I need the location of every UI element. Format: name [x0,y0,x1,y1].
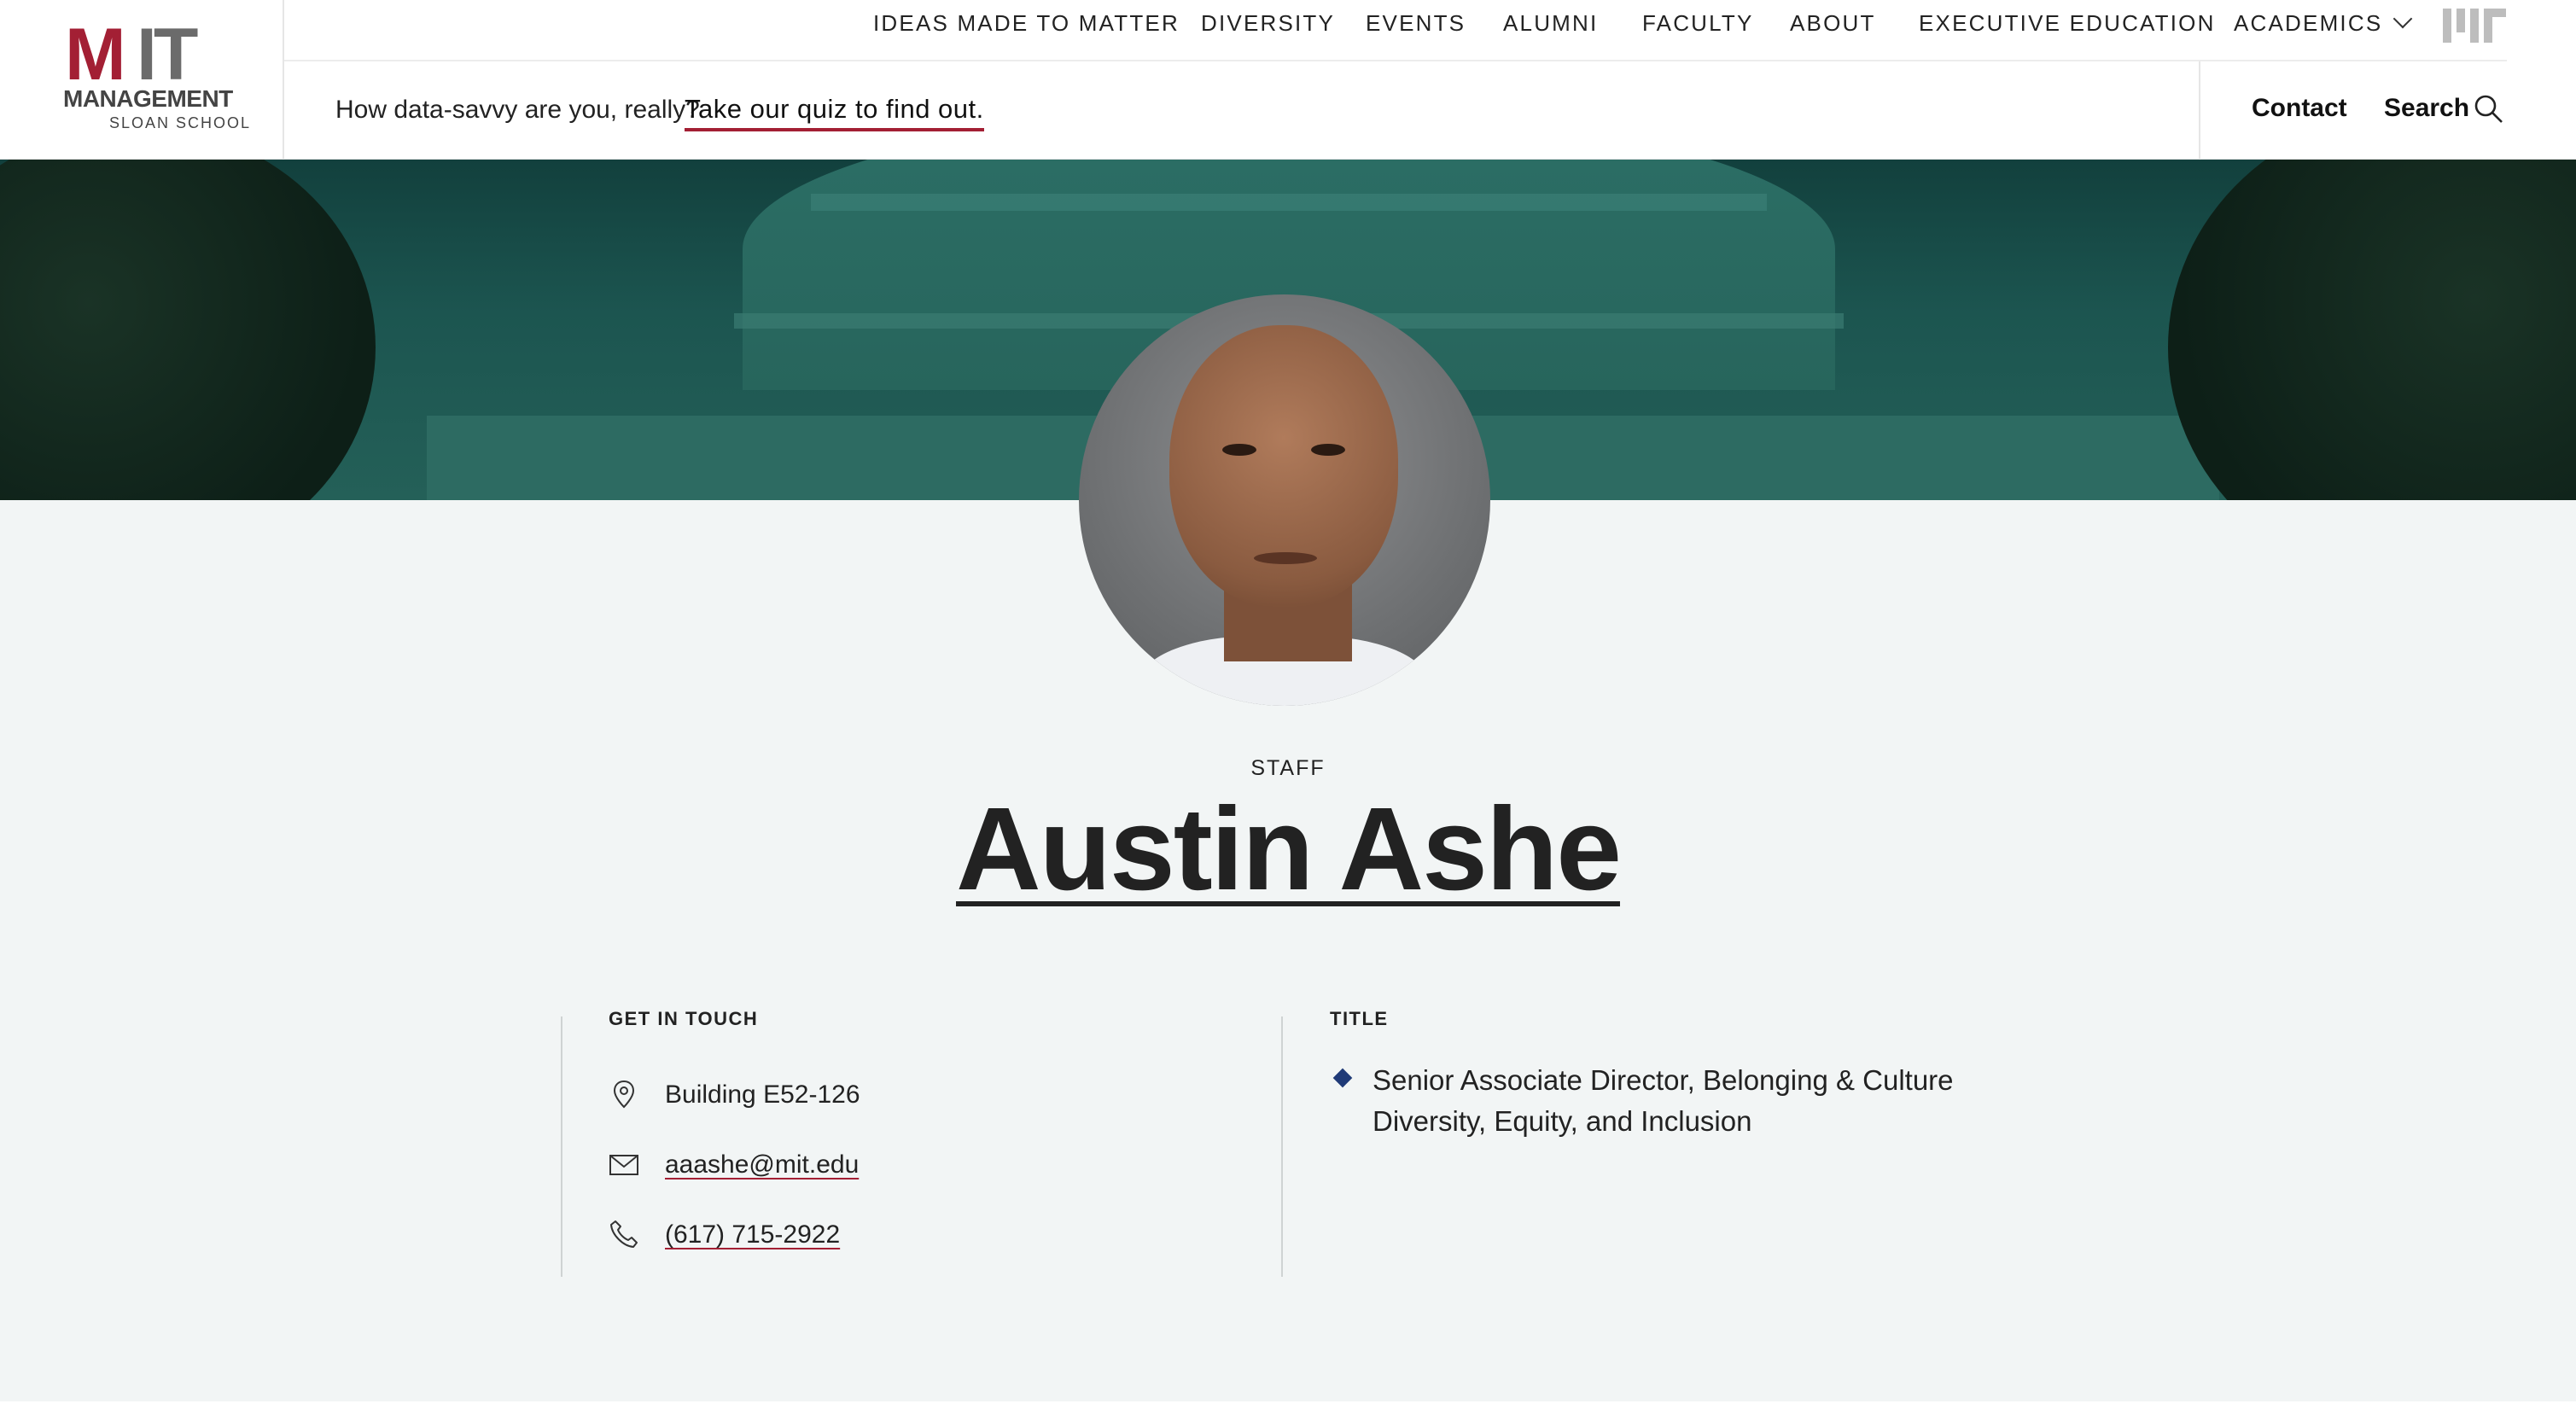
nav-alumni[interactable]: ALUMNI [1503,10,1598,37]
profile-photo [1079,294,1490,706]
tree-left [0,160,376,500]
nav-ideas-made-to-matter[interactable]: IDEAS MADE TO MATTER [873,10,1180,37]
photo-eye-right [1311,444,1345,456]
location-text: Building E52-126 [665,1080,860,1109]
nav-diversity[interactable]: DIVERSITY [1201,10,1335,37]
utility-divider [2199,61,2200,160]
chevron-down-icon [2393,9,2413,29]
site-header: M IT MANAGEMENT SLOAN SCHOOL IDEAS MADE … [0,0,2576,160]
mit-sloan-logo[interactable]: M IT MANAGEMENT SLOAN SCHOOL [0,0,284,160]
mit-mini-logo-icon[interactable] [2443,9,2506,43]
location-pin-icon [613,1080,635,1109]
search-icon[interactable] [2472,92,2504,125]
title-department: Diversity, Equity, and Inclusion [1373,1105,1752,1137]
logo-sloan-school: SLOAN SCHOOL [109,114,252,131]
envelope-icon [609,1155,638,1175]
phone-link[interactable]: (617) 715-2922 [665,1220,840,1249]
contact-link[interactable]: Contact [2252,94,2347,123]
photo-head [1169,325,1398,607]
tree-right [2168,160,2576,500]
photo-eye-left [1222,444,1256,456]
title-position: Senior Associate Director, Belonging & C… [1373,1064,1954,1096]
promo-quiz-link[interactable]: Take our quiz to find out. [685,94,984,131]
nav-academics-label: ACADEMICS [2234,10,2383,36]
logo-it: IT [137,14,198,96]
logo-m: M [65,14,126,96]
title-divider [1281,1016,1283,1277]
email-link[interactable]: aaashe@mit.edu [665,1150,859,1179]
photo-mouth [1254,552,1317,564]
dome-ring [811,194,1767,211]
get-in-touch-heading: GET IN TOUCH [609,1008,759,1029]
profile-category: STAFF [1250,756,1326,780]
top-navigation: IDEAS MADE TO MATTER DIVERSITY EVENTS AL… [284,0,2507,61]
nav-events[interactable]: EVENTS [1366,10,1466,37]
footer-strip [0,1401,2576,1427]
nav-academics[interactable]: ACADEMICS [2234,9,2413,37]
promo-text: How data-savvy are you, really? [335,96,700,124]
get-in-touch-divider [561,1016,562,1277]
search-link[interactable]: Search [2384,94,2469,123]
nav-faculty[interactable]: FACULTY [1642,10,1754,37]
nav-executive-education[interactable]: EXECUTIVE EDUCATION [1919,10,2216,37]
nav-about[interactable]: ABOUT [1790,10,1876,37]
phone-icon [610,1220,638,1248]
title-heading: TITLE [1330,1008,1389,1029]
logo-management: MANAGEMENT [63,85,233,112]
profile-name-wrap: Austin Ashe [0,782,2576,917]
profile-name[interactable]: Austin Ashe [956,783,1622,915]
